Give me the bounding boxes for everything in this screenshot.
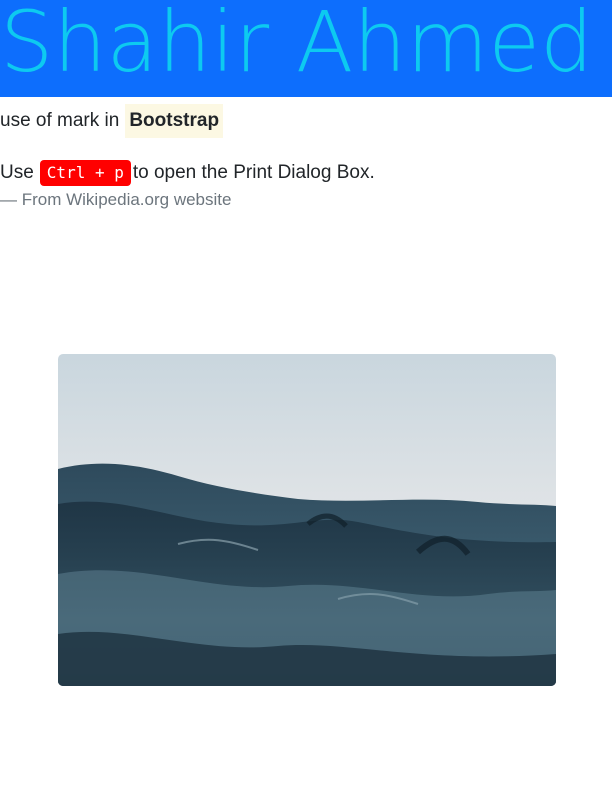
- page-title: Shahir Ahmed: [0, 0, 594, 91]
- quote-text-before: Use: [0, 162, 34, 183]
- blockquote: Use Ctrl + p to open the Print Dialog Bo…: [0, 160, 375, 186]
- quote-text-after: to open the Print Dialog Box.: [132, 162, 375, 183]
- mark-paragraph: use of mark in Bootstrap: [0, 104, 224, 138]
- highlighted-text: Bootstrap: [125, 104, 224, 138]
- blockquote-footer: — From Wikipedia.org website: [0, 190, 232, 209]
- keyboard-shortcut: Ctrl + p: [39, 160, 131, 186]
- mark-prefix-text: use of mark in: [0, 110, 120, 131]
- ocean-waves-image: [58, 354, 556, 686]
- title-banner: Shahir Ahmed: [0, 0, 612, 97]
